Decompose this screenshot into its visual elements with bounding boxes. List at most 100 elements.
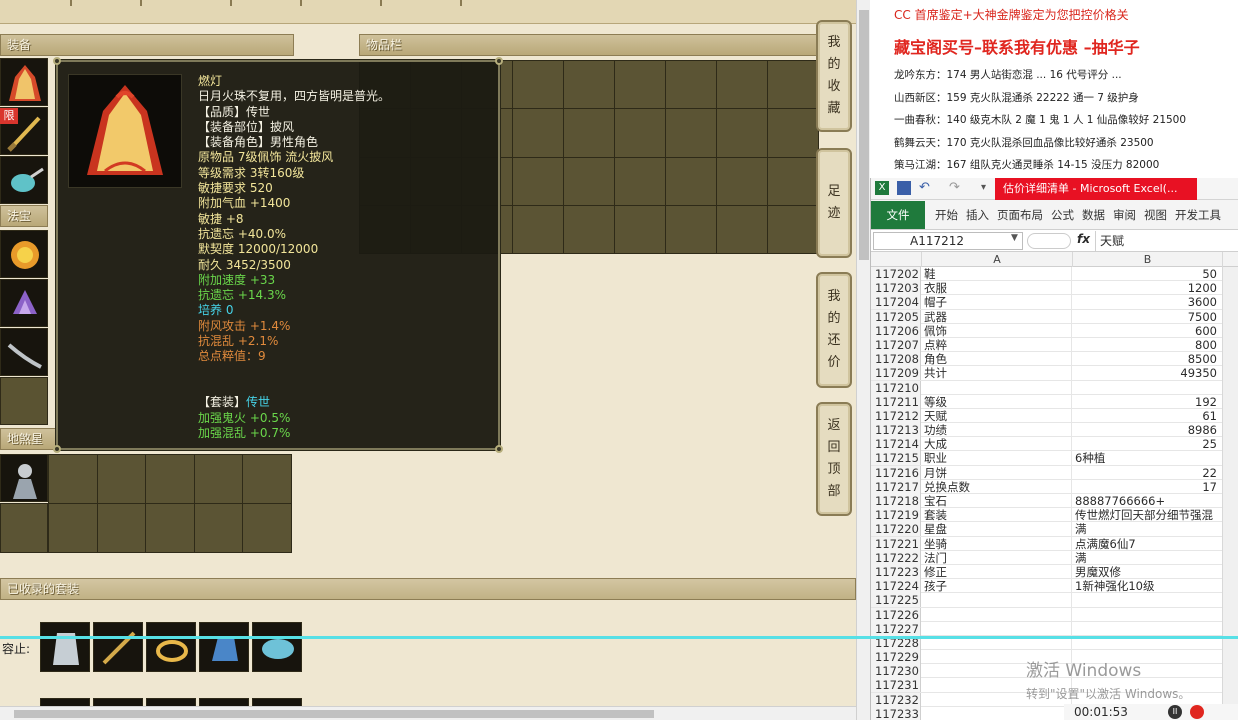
cell-b[interactable]: 传世燃灯回天部分细节强混 [1073,508,1221,522]
suit-slot-4[interactable] [199,622,249,672]
row-number[interactable]: 117233 [871,706,921,720]
file-tab[interactable]: 文件 [871,200,925,229]
row-number[interactable]: 117205 [871,309,921,324]
cell-b[interactable]: 8500 [1073,352,1221,366]
row-number[interactable]: 117217 [871,479,921,494]
row-number[interactable]: 117213 [871,423,921,438]
vertical-scrollbar[interactable] [856,0,870,720]
equip-slot-cloak[interactable] [0,58,48,106]
column-header-a[interactable]: A [922,252,1073,267]
cell-a[interactable]: 宝石 [922,494,1072,508]
cell-a[interactable]: 兑换点数 [922,479,1072,494]
customize-toolbar-icon[interactable]: ▾ [981,182,986,193]
formula-expand-control[interactable] [1027,233,1071,249]
row-number[interactable]: 117226 [871,607,921,622]
cell-a[interactable]: 星盘 [922,522,1072,537]
cell-a[interactable]: 武器 [922,309,1072,324]
column-header-b[interactable]: B [1073,252,1223,267]
row-number[interactable]: 117219 [871,508,921,523]
cell-b[interactable]: 61 [1073,409,1221,423]
row-number[interactable]: 117232 [871,692,921,707]
row-number[interactable]: 117203 [871,281,921,296]
cell-b[interactable]: 满 [1073,522,1221,536]
row-number[interactable]: 117224 [871,579,921,594]
row-number[interactable]: 117209 [871,366,921,381]
ribbon-tab[interactable]: 插入 [962,207,993,223]
cell-b[interactable]: 600 [1073,324,1221,338]
row-number[interactable]: 117230 [871,664,921,679]
cell-a[interactable]: 天赋 [922,408,1072,423]
cell-a[interactable]: 鞋 [922,267,1072,281]
row-number[interactable]: 117210 [871,380,921,395]
cell-b[interactable]: 8986 [1073,423,1221,437]
formula-input[interactable]: 天赋 [1095,231,1238,251]
cell-a[interactable]: 月饼 [922,465,1072,480]
fabao-slot-3[interactable] [0,328,48,376]
cell-a[interactable]: 职业 [922,451,1072,466]
cell-a[interactable]: 坐骑 [922,536,1072,551]
cell-a[interactable]: 佩饰 [922,323,1072,338]
cell-a[interactable]: 点粹 [922,337,1072,352]
earth-star-grid[interactable] [48,454,292,553]
cell-a[interactable]: 衣服 [922,281,1072,296]
cell-a[interactable]: 共计 [922,366,1072,381]
cell-b[interactable]: 88887766666+ [1073,494,1221,508]
redo-icon[interactable]: ↷ [949,180,960,195]
cell-a[interactable]: 法门 [922,550,1072,565]
ribbon-tab[interactable]: 页面布局 [993,207,1047,223]
ribbon-tab[interactable]: 开发工具 [1171,207,1225,223]
cell-a[interactable]: 修正 [922,564,1072,579]
cell-b[interactable]: 17 [1073,480,1221,494]
row-number[interactable]: 117229 [871,650,921,665]
row-number[interactable]: 117212 [871,408,921,423]
cell-a[interactable]: 套装 [922,508,1072,523]
row-number[interactable]: 117206 [871,323,921,338]
my-collection-button[interactable]: 我的收藏 [816,20,852,132]
suit-slot-2[interactable] [93,622,143,672]
cell-a[interactable] [922,706,1072,720]
ribbon-tab[interactable]: 审阅 [1109,207,1140,223]
row-number[interactable]: 117223 [871,564,921,579]
row-number[interactable]: 117202 [871,267,921,281]
fx-icon[interactable]: fx [1077,232,1090,246]
ribbon-tab[interactable]: 开始 [931,207,962,223]
row-number[interactable]: 117214 [871,437,921,452]
suit-slot-5[interactable] [252,622,302,672]
cell-b[interactable]: 22 [1073,466,1221,480]
suit-slot-3[interactable] [146,622,196,672]
cell-b[interactable]: 800 [1073,338,1221,352]
cell-a[interactable]: 孩子 [922,579,1072,594]
my-bargain-button[interactable]: 我的还价 [816,272,852,388]
cell-b[interactable]: 满 [1073,551,1221,565]
row-number[interactable]: 117218 [871,494,921,508]
fabao-slot-2[interactable] [0,279,48,327]
cell-a[interactable]: 等级 [922,394,1072,409]
row-number[interactable]: 117207 [871,337,921,352]
cell-a[interactable]: 大成 [922,437,1072,452]
save-icon[interactable] [897,181,911,195]
cell-a[interactable] [922,607,1072,622]
cell-a[interactable] [922,621,1072,636]
footprint-button[interactable]: 足迹 [816,148,852,258]
undo-icon[interactable]: ↶ [919,180,930,195]
cell-b[interactable] [1073,381,1221,395]
row-number[interactable]: 117225 [871,593,921,608]
row-number[interactable]: 117216 [871,465,921,480]
row-number[interactable]: 117204 [871,295,921,310]
fabao-slot-4[interactable] [0,377,48,425]
ribbon-tab[interactable]: 数据 [1078,207,1109,223]
cell-b[interactable] [1073,593,1221,607]
cell-b[interactable]: 50 [1073,267,1221,281]
name-box-dropdown-icon[interactable]: ▼ [1011,233,1018,243]
select-all-corner[interactable] [871,252,922,267]
cell-a[interactable] [922,593,1072,608]
cell-b[interactable]: 男魔双修 [1073,565,1221,579]
row-number[interactable]: 117231 [871,678,921,693]
ribbon-tab[interactable]: 视图 [1140,207,1171,223]
stop-icon[interactable] [1190,705,1204,719]
pause-icon[interactable]: II [1168,705,1182,719]
cell-b[interactable]: 49350 [1073,366,1221,380]
cell-b[interactable]: 25 [1073,437,1221,451]
name-box[interactable]: A117212 [873,232,1023,250]
back-to-top-button[interactable]: 返回顶部 [816,402,852,516]
